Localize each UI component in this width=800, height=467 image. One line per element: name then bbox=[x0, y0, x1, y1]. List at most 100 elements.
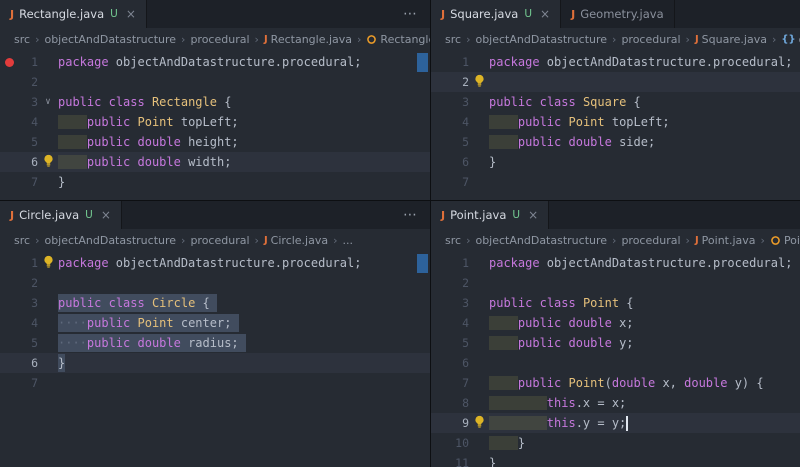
fold-chevron-icon[interactable]: ∨ bbox=[45, 97, 50, 107]
code-token: .x = x; bbox=[575, 396, 627, 410]
quick-fix-lightbulb-icon[interactable] bbox=[469, 415, 489, 431]
code-token: public bbox=[517, 376, 562, 390]
code-area[interactable]: 1 package objectAndDatastructure.procedur… bbox=[0, 251, 430, 467]
tab-bar: J Square.java U × J Geometry.java bbox=[431, 0, 800, 28]
line-number[interactable]: 1 bbox=[0, 256, 38, 270]
code-token: Point bbox=[568, 376, 605, 390]
lightbulb-icon bbox=[42, 255, 55, 271]
line-number[interactable]: 5 bbox=[0, 135, 38, 149]
code-token: double bbox=[611, 376, 656, 390]
line-number[interactable]: 1 bbox=[431, 55, 469, 69]
quick-fix-lightbulb-icon[interactable] bbox=[469, 74, 489, 90]
line-number[interactable]: 2 bbox=[0, 276, 38, 290]
scrollbar-decoration[interactable] bbox=[417, 53, 428, 72]
line-number[interactable]: 3 bbox=[0, 95, 38, 109]
line-number[interactable]: 7 bbox=[431, 175, 469, 189]
line-number[interactable]: 6 bbox=[431, 356, 469, 370]
tab-Rectangle.java[interactable]: J Rectangle.java U × bbox=[0, 0, 147, 28]
code-text: public class Square { bbox=[489, 95, 641, 109]
breadcrumb-item[interactable]: Square.java bbox=[702, 33, 767, 46]
breadcrumb-item[interactable]: objectAndDatastructure bbox=[475, 33, 607, 46]
code-token: public bbox=[58, 296, 102, 310]
breadcrumb-item[interactable]: Rectangle bbox=[380, 33, 430, 46]
breadcrumb-item[interactable]: Rectangle.java bbox=[271, 33, 352, 46]
tab-Square.java[interactable]: J Square.java U × bbox=[431, 0, 562, 28]
tab-Geometry.java[interactable]: J Geometry.java bbox=[561, 0, 675, 28]
line-number[interactable]: 6 bbox=[431, 155, 469, 169]
line-number[interactable]: 5 bbox=[431, 135, 469, 149]
lightbulb-icon bbox=[473, 74, 486, 90]
scrollbar-decoration[interactable] bbox=[417, 254, 428, 273]
breadcrumb-item[interactable]: procedural bbox=[190, 234, 249, 247]
java-file-icon: J bbox=[571, 7, 576, 21]
line-number[interactable]: 3 bbox=[431, 296, 469, 310]
breadcrumb-item[interactable]: Point.java bbox=[702, 234, 756, 247]
line-number[interactable]: 2 bbox=[0, 75, 38, 89]
breadcrumb-item[interactable]: src bbox=[445, 234, 461, 247]
line-number[interactable]: 3 bbox=[431, 95, 469, 109]
code-token: width; bbox=[180, 155, 232, 169]
breadcrumb-item[interactable]: src bbox=[14, 234, 30, 247]
breadcrumb-item[interactable]: objectAndDatastructure bbox=[475, 234, 607, 247]
line-number[interactable]: 2 bbox=[431, 276, 469, 290]
line-number[interactable]: 4 bbox=[431, 316, 469, 330]
line-number[interactable]: 6 bbox=[0, 356, 38, 370]
breakpoint-indicator[interactable] bbox=[5, 58, 14, 67]
breadcrumb-item[interactable]: src bbox=[445, 33, 461, 46]
code-token: public bbox=[489, 95, 533, 109]
line-number[interactable]: 6 bbox=[0, 155, 38, 169]
code-token: double bbox=[568, 336, 612, 350]
lightbulb-icon bbox=[473, 415, 486, 431]
tab-Point.java[interactable]: J Point.java U × bbox=[431, 201, 550, 229]
breadcrumb-item[interactable]: Circle.java bbox=[271, 234, 328, 247]
tab-Circle.java[interactable]: J Circle.java U × bbox=[0, 201, 122, 229]
code-token: class bbox=[539, 296, 576, 310]
line-number[interactable]: 11 bbox=[431, 456, 469, 467]
line-number[interactable]: 4 bbox=[0, 316, 38, 330]
line-number[interactable]: 7 bbox=[0, 376, 38, 390]
breadcrumb-separator-icon: › bbox=[771, 32, 777, 46]
close-tab-icon[interactable]: × bbox=[528, 208, 538, 222]
line-number[interactable]: 3 bbox=[0, 296, 38, 310]
breadcrumb-item[interactable]: procedural bbox=[190, 33, 249, 46]
line-number[interactable]: 2 bbox=[431, 75, 469, 89]
breadcrumb-item[interactable]: objectAndDatastructure bbox=[44, 234, 176, 247]
line-number[interactable]: 7 bbox=[0, 175, 38, 189]
code-token: radius; bbox=[180, 336, 239, 350]
code-text: public Point topLeft; bbox=[489, 115, 670, 129]
quick-fix-lightbulb-icon[interactable] bbox=[38, 154, 58, 170]
line-number[interactable]: 5 bbox=[431, 336, 469, 350]
code-area[interactable]: 1 package objectAndDatastructure.procedur… bbox=[431, 251, 800, 467]
close-tab-icon[interactable]: × bbox=[126, 7, 136, 21]
code-token bbox=[489, 396, 547, 410]
code-area[interactable]: 1 package objectAndDatastructure.procedur… bbox=[431, 50, 800, 200]
line-number[interactable]: 5 bbox=[0, 336, 38, 350]
line-number[interactable]: 9 bbox=[431, 416, 469, 430]
line-number[interactable]: 4 bbox=[431, 115, 469, 129]
breadcrumbs: src › objectAndDatastructure › procedural › J P… bbox=[431, 229, 800, 251]
breadcrumb-item[interactable]: ... bbox=[343, 234, 354, 247]
lightbulb-icon bbox=[42, 154, 55, 170]
breadcrumb-item[interactable]: Poin bbox=[784, 234, 800, 247]
java-file-icon: J bbox=[10, 7, 15, 21]
breadcrumb-item[interactable]: src bbox=[14, 33, 30, 46]
code-text: public double x; bbox=[489, 316, 634, 330]
line-number[interactable]: 7 bbox=[431, 376, 469, 390]
line-number[interactable]: 10 bbox=[431, 436, 469, 450]
close-tab-icon[interactable]: × bbox=[540, 7, 550, 21]
line-number[interactable]: 4 bbox=[0, 115, 38, 129]
quick-fix-lightbulb-icon[interactable] bbox=[38, 255, 58, 271]
breadcrumb-item[interactable]: objectAndDatastructure bbox=[44, 33, 176, 46]
line-number[interactable]: 1 bbox=[431, 256, 469, 270]
more-actions-icon[interactable]: ⋯ bbox=[390, 0, 430, 28]
breadcrumb-item[interactable]: procedural bbox=[621, 234, 680, 247]
line-number[interactable]: 8 bbox=[431, 396, 469, 410]
code-line: 4 public double x; bbox=[431, 313, 800, 333]
code-area[interactable]: 1 package objectAndDatastructure.procedur… bbox=[0, 50, 430, 200]
more-actions-icon[interactable]: ⋯ bbox=[390, 201, 430, 229]
close-tab-icon[interactable]: × bbox=[101, 208, 111, 222]
breadcrumb-item[interactable]: procedural bbox=[621, 33, 680, 46]
code-text: public class Rectangle { bbox=[58, 95, 231, 109]
